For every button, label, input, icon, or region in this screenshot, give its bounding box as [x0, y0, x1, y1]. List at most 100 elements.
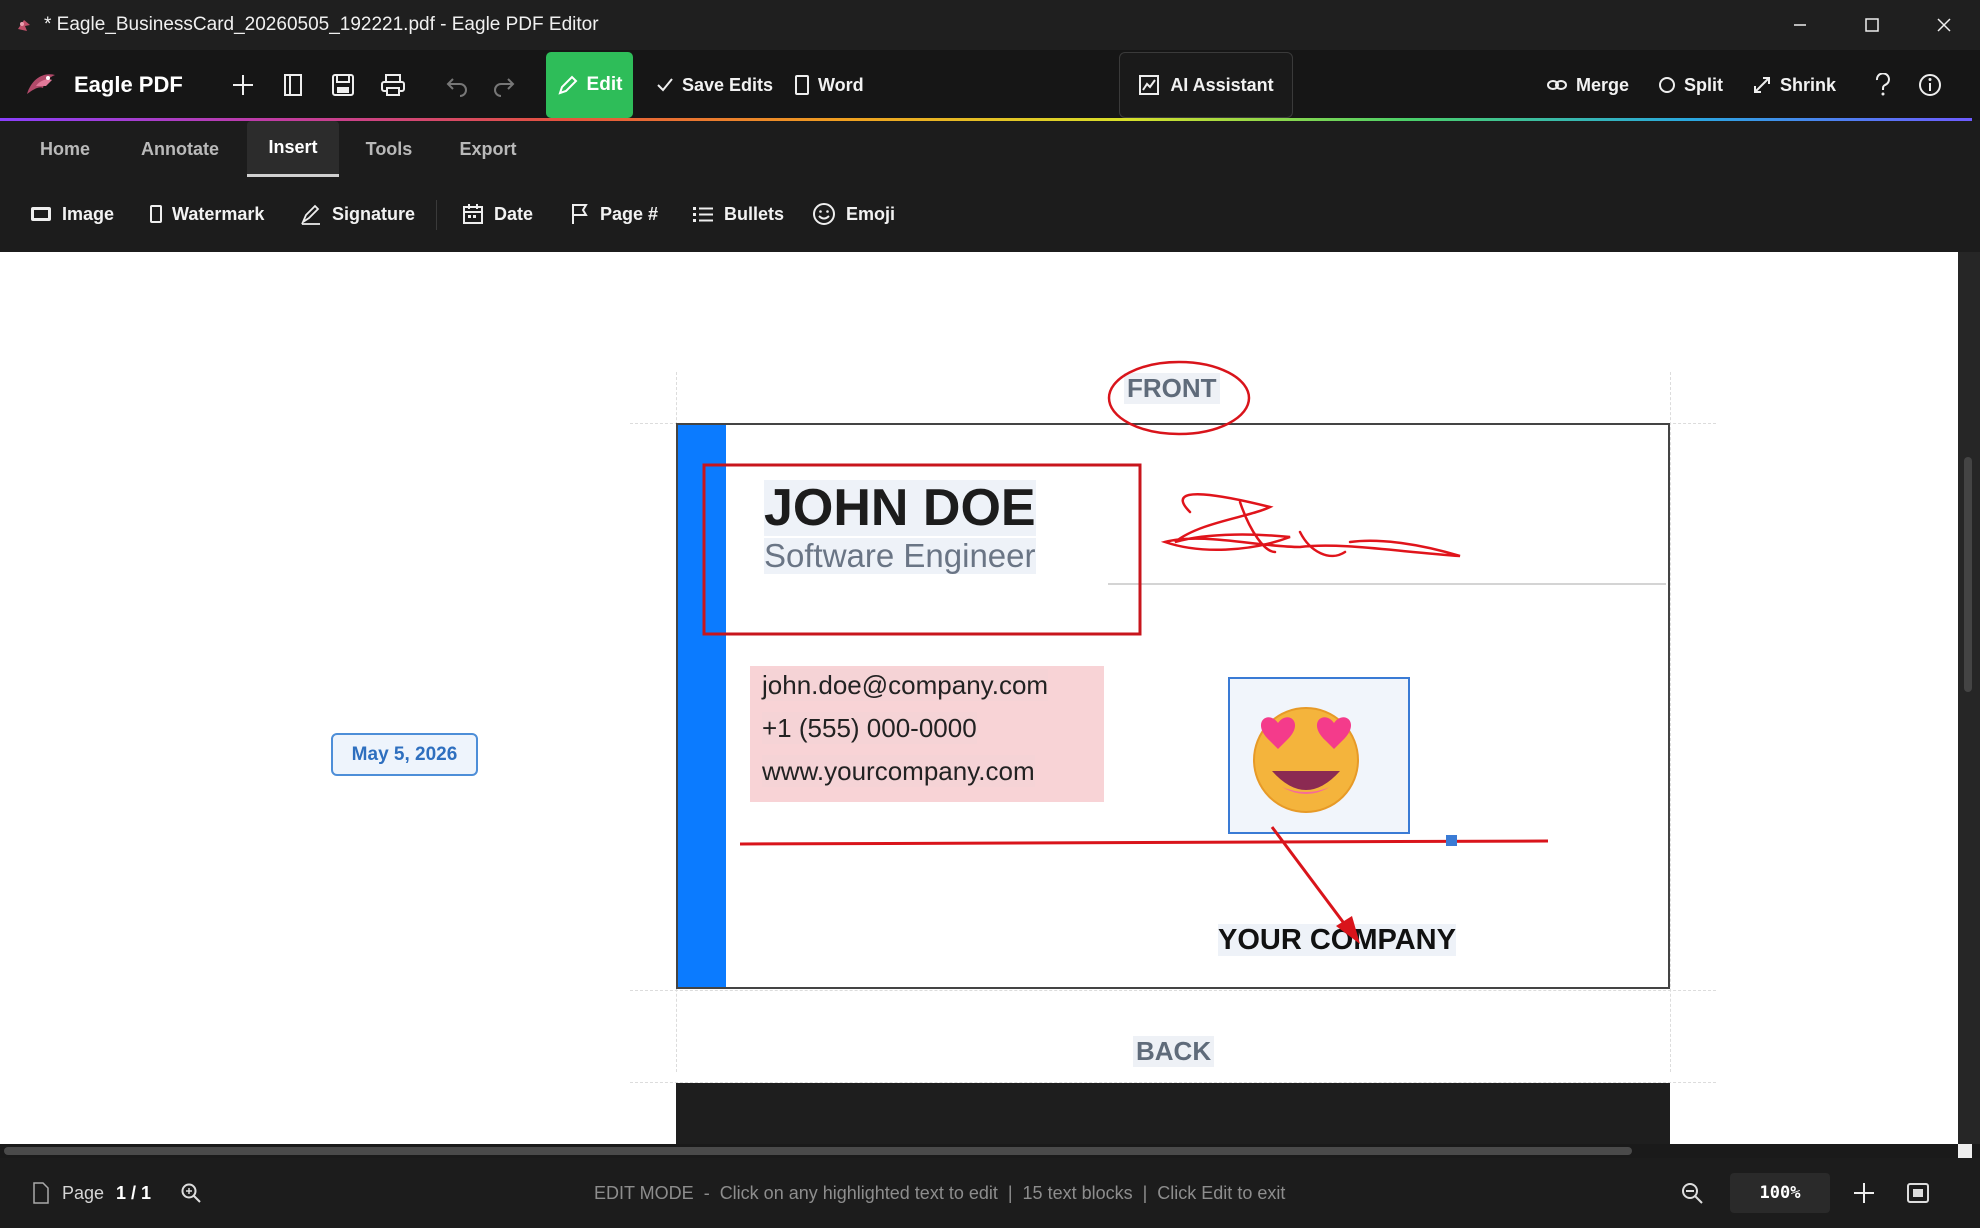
merge-label: Merge: [1576, 74, 1630, 95]
date-stamp[interactable]: May 5, 2026: [331, 733, 478, 776]
save-edits-label: Save Edits: [682, 74, 774, 95]
undo-button[interactable]: [436, 64, 478, 106]
brand-name: Eagle PDF: [74, 72, 183, 97]
expand-arrows-icon: [1754, 77, 1770, 93]
annotations-layer: [702, 360, 1549, 944]
maximize-icon: [1865, 18, 1879, 32]
tab-insert[interactable]: Insert: [247, 121, 339, 177]
info-button[interactable]: [1909, 64, 1951, 106]
question-icon: [1875, 73, 1890, 96]
insert-page-number-button[interactable]: Page #: [570, 195, 658, 233]
word-label: Word: [818, 74, 864, 95]
tab-annotate[interactable]: Annotate: [126, 121, 234, 177]
list-icon: [693, 207, 713, 222]
eagle-logo-icon: [27, 74, 55, 94]
calendar-icon: [463, 204, 483, 224]
shrink-label: Shrink: [1780, 74, 1837, 95]
document-icon: [795, 75, 809, 95]
exit-hint-text: Click Edit to exit: [1157, 1182, 1286, 1203]
insert-emoji-label: Emoji: [846, 203, 896, 224]
page-label: Page: [62, 1182, 105, 1203]
scroll-corner: [1958, 1144, 1972, 1158]
printer-icon: [381, 74, 405, 96]
page-icon: [150, 205, 162, 223]
search-zoom-icon: [181, 1183, 201, 1203]
name-rectangle-annotation[interactable]: [702, 463, 1142, 636]
insert-emoji-button[interactable]: Emoji: [812, 195, 895, 233]
resize-handle[interactable]: [1446, 835, 1457, 846]
flag-icon: [572, 204, 588, 224]
insert-watermark-button[interactable]: Watermark: [150, 195, 264, 233]
horizontal-scrollbar[interactable]: [0, 1144, 1980, 1158]
status-dash: -: [703, 1182, 710, 1203]
pencil-icon: [557, 75, 577, 95]
help-button[interactable]: [1862, 64, 1904, 106]
insert-ribbon: Image Watermark Signature Date Page # Bu…: [0, 178, 1980, 252]
signature-pen-icon: [300, 204, 320, 225]
fit-screen-icon: [1907, 1183, 1929, 1203]
merge-button[interactable]: Merge: [1546, 64, 1629, 106]
app-icon: [18, 20, 30, 31]
freehand-signature-annotation[interactable]: [1160, 493, 1461, 558]
open-button[interactable]: [272, 64, 314, 106]
minimize-button[interactable]: [1764, 0, 1836, 50]
new-button[interactable]: [222, 64, 264, 106]
insert-image-button[interactable]: Image: [30, 195, 114, 233]
chart-image-icon: [1139, 75, 1160, 95]
split-button[interactable]: Split: [1658, 64, 1723, 106]
maximize-button[interactable]: [1836, 0, 1908, 50]
plus-icon: [233, 75, 253, 95]
insert-bullets-button[interactable]: Bullets: [692, 195, 784, 233]
edit-button[interactable]: Edit: [546, 52, 633, 118]
page-indicator: Page 1 / 1: [32, 1158, 151, 1228]
vertical-scrollbar[interactable]: [1958, 252, 1980, 1144]
fit-page-button[interactable]: [1906, 1158, 1930, 1228]
scroll-thumb[interactable]: [1964, 457, 1972, 692]
scroll-thumb[interactable]: [4, 1147, 1632, 1155]
circle-icon: [1659, 77, 1675, 93]
shrink-button[interactable]: Shrink: [1752, 64, 1836, 106]
close-button[interactable]: [1908, 0, 1980, 50]
red-line-annotation[interactable]: [739, 839, 1549, 846]
back-label[interactable]: BACK: [1133, 1036, 1215, 1067]
save-edits-button[interactable]: Save Edits: [656, 64, 773, 106]
zoom-out-button[interactable]: [1680, 1158, 1704, 1228]
tab-home[interactable]: Home: [24, 121, 106, 177]
minimize-icon: [1794, 24, 1806, 26]
front-circle-annotation[interactable]: [1107, 360, 1251, 436]
document-canvas[interactable]: FRONT JOHN DOE Software Engineer john.do…: [0, 252, 1958, 1144]
page-value: 1 / 1: [116, 1182, 152, 1203]
insert-bullets-label: Bullets: [724, 203, 785, 224]
check-icon: [657, 78, 673, 92]
insert-signature-button[interactable]: Signature: [300, 195, 415, 233]
save-button[interactable]: [322, 64, 364, 106]
redo-button[interactable]: [483, 64, 525, 106]
find-button[interactable]: [180, 1158, 202, 1228]
edit-label: Edit: [586, 74, 623, 95]
business-card-back: [676, 1083, 1670, 1144]
insert-watermark-label: Watermark: [172, 203, 265, 224]
status-message: EDIT MODE - Click on any highlighted tex…: [594, 1158, 1285, 1228]
insert-date-button[interactable]: Date: [462, 195, 533, 233]
zoom-in-button[interactable]: [1852, 1158, 1876, 1228]
save-icon: [332, 74, 354, 96]
undo-icon: [446, 78, 467, 97]
window-title: * Eagle_BusinessCard_20260505_192221.pdf…: [44, 14, 599, 35]
word-button[interactable]: Word: [794, 64, 864, 106]
main-toolbar: Eagle PDF Edit Save Edits Word AI Assist…: [0, 50, 1980, 120]
date-stamp-text: May 5, 2026: [351, 743, 458, 765]
page-icon: [33, 1182, 49, 1204]
ai-assistant-button[interactable]: AI Assistant: [1119, 52, 1293, 118]
zoom-level[interactable]: 100%: [1730, 1173, 1830, 1213]
tab-label: Annotate: [141, 138, 219, 159]
title-bar: * Eagle_BusinessCard_20260505_192221.pdf…: [0, 0, 1980, 50]
status-sep: |: [1007, 1182, 1013, 1203]
tab-tools[interactable]: Tools: [354, 121, 424, 177]
tab-export[interactable]: Export: [446, 121, 530, 177]
plus-icon: [1854, 1183, 1874, 1203]
print-button[interactable]: [372, 64, 414, 106]
insert-date-label: Date: [494, 203, 534, 224]
redo-icon: [494, 78, 515, 97]
zoom-value: 100%: [1759, 1183, 1801, 1203]
brand: Eagle PDF: [22, 66, 183, 104]
